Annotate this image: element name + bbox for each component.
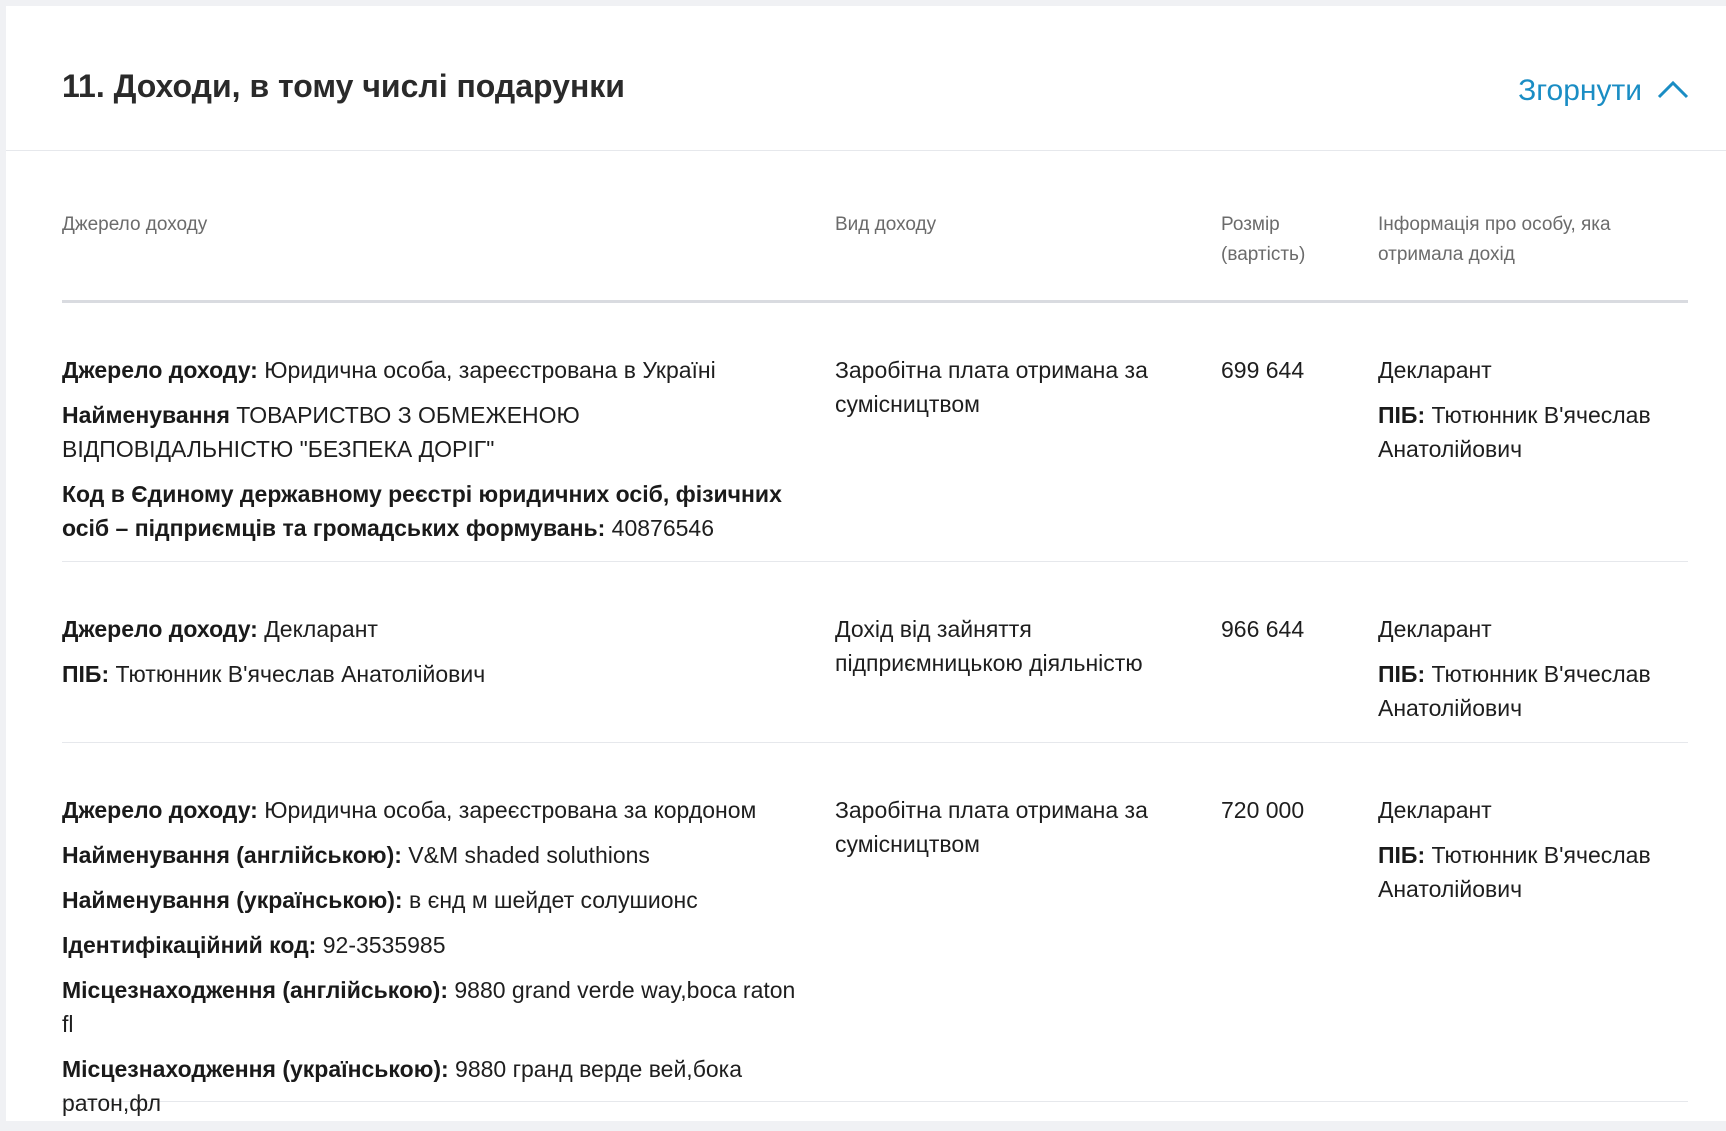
income-table: Джерело доходу Вид доходу Розмір (вартіс… [62, 150, 1688, 1116]
column-header-source: Джерело доходу [62, 214, 208, 235]
table-row: Джерело доходу: Юридична особа, зареєстр… [62, 743, 1688, 1116]
income-type-cell: Дохід від зайняття підприємницькою діяль… [835, 616, 1143, 676]
recipient-cell: Декларант ПІБ: Тютюнник В'ячеслав Анатол… [1378, 793, 1688, 917]
income-source-cell: Джерело доходу: Декларант ПІБ: Тютюнник … [62, 612, 802, 702]
income-amount-cell: 966 644 [1221, 616, 1305, 642]
recipient-name: ПІБ: Тютюнник В'ячеслав Анатолійович [1378, 402, 1651, 462]
recipient-role: Декларант [1378, 797, 1492, 823]
income-amount-cell: 699 644 [1221, 357, 1305, 383]
recipient-name: ПІБ: Тютюнник В'ячеслав Анатолійович [1378, 842, 1651, 902]
income-source-cell: Джерело доходу: Юридична особа, зареєстр… [62, 353, 802, 556]
column-header-amount: Розмір (вартість) [1221, 214, 1306, 265]
section-title: 11. Доходи, в тому числі подарунки [62, 68, 625, 104]
collapse-button[interactable]: Згорнути [1518, 74, 1690, 108]
source-field: Місцезнаходження (англійською): 9880 gra… [62, 977, 796, 1037]
recipient-role: Декларант [1378, 357, 1492, 383]
source-field: Місцезнаходження (українською): 9880 гра… [62, 1056, 743, 1116]
recipient-name: ПІБ: Тютюнник В'ячеслав Анатолійович [1378, 661, 1651, 721]
income-source-cell: Джерело доходу: Юридична особа, зареєстр… [62, 793, 802, 1131]
income-section-card: 11. Доходи, в тому числі подарунки Згорн… [6, 6, 1726, 1121]
source-field: Ідентифікаційний код: 92-3535985 [62, 932, 446, 958]
recipient-role: Декларант [1378, 616, 1492, 642]
source-field: Джерело доходу: Юридична особа, зареєстр… [62, 797, 757, 823]
column-header-recipient: Інформація про особу, яка отримала дохід [1378, 214, 1611, 265]
source-field: ПІБ: Тютюнник В'ячеслав Анатолійович [62, 661, 486, 687]
recipient-cell: Декларант ПІБ: Тютюнник В'ячеслав Анатол… [1378, 353, 1688, 477]
source-field: Найменування ТОВАРИСТВО З ОБМЕЖЕНОЮ ВІДП… [62, 402, 580, 462]
collapse-label[interactable]: Згорнути [1518, 74, 1642, 108]
chevron-up-icon[interactable] [1656, 74, 1690, 108]
section-header: 11. Доходи, в тому числі подарунки Згорн… [6, 6, 1726, 151]
source-field: Код в Єдиному державному реєстрі юридичн… [62, 481, 782, 541]
income-amount-cell: 720 000 [1221, 797, 1305, 823]
source-field: Найменування (українською): в єнд м шейд… [62, 887, 698, 913]
income-type-cell: Заробітна плата отримана за сумісництвом [835, 357, 1148, 417]
source-field: Джерело доходу: Юридична особа, зареєстр… [62, 357, 716, 383]
source-field: Найменування (англійською): V&M shaded s… [62, 842, 650, 868]
recipient-cell: Декларант ПІБ: Тютюнник В'ячеслав Анатол… [1378, 612, 1688, 736]
table-header: Джерело доходу Вид доходу Розмір (вартіс… [62, 150, 1688, 303]
source-field: Джерело доходу: Декларант [62, 616, 378, 642]
column-header-type: Вид доходу [835, 214, 937, 235]
income-type-cell: Заробітна плата отримана за сумісництвом [835, 797, 1148, 857]
table-row: Джерело доходу: Декларант ПІБ: Тютюнник … [62, 562, 1688, 743]
table-row: Джерело доходу: Юридична особа, зареєстр… [62, 303, 1688, 562]
